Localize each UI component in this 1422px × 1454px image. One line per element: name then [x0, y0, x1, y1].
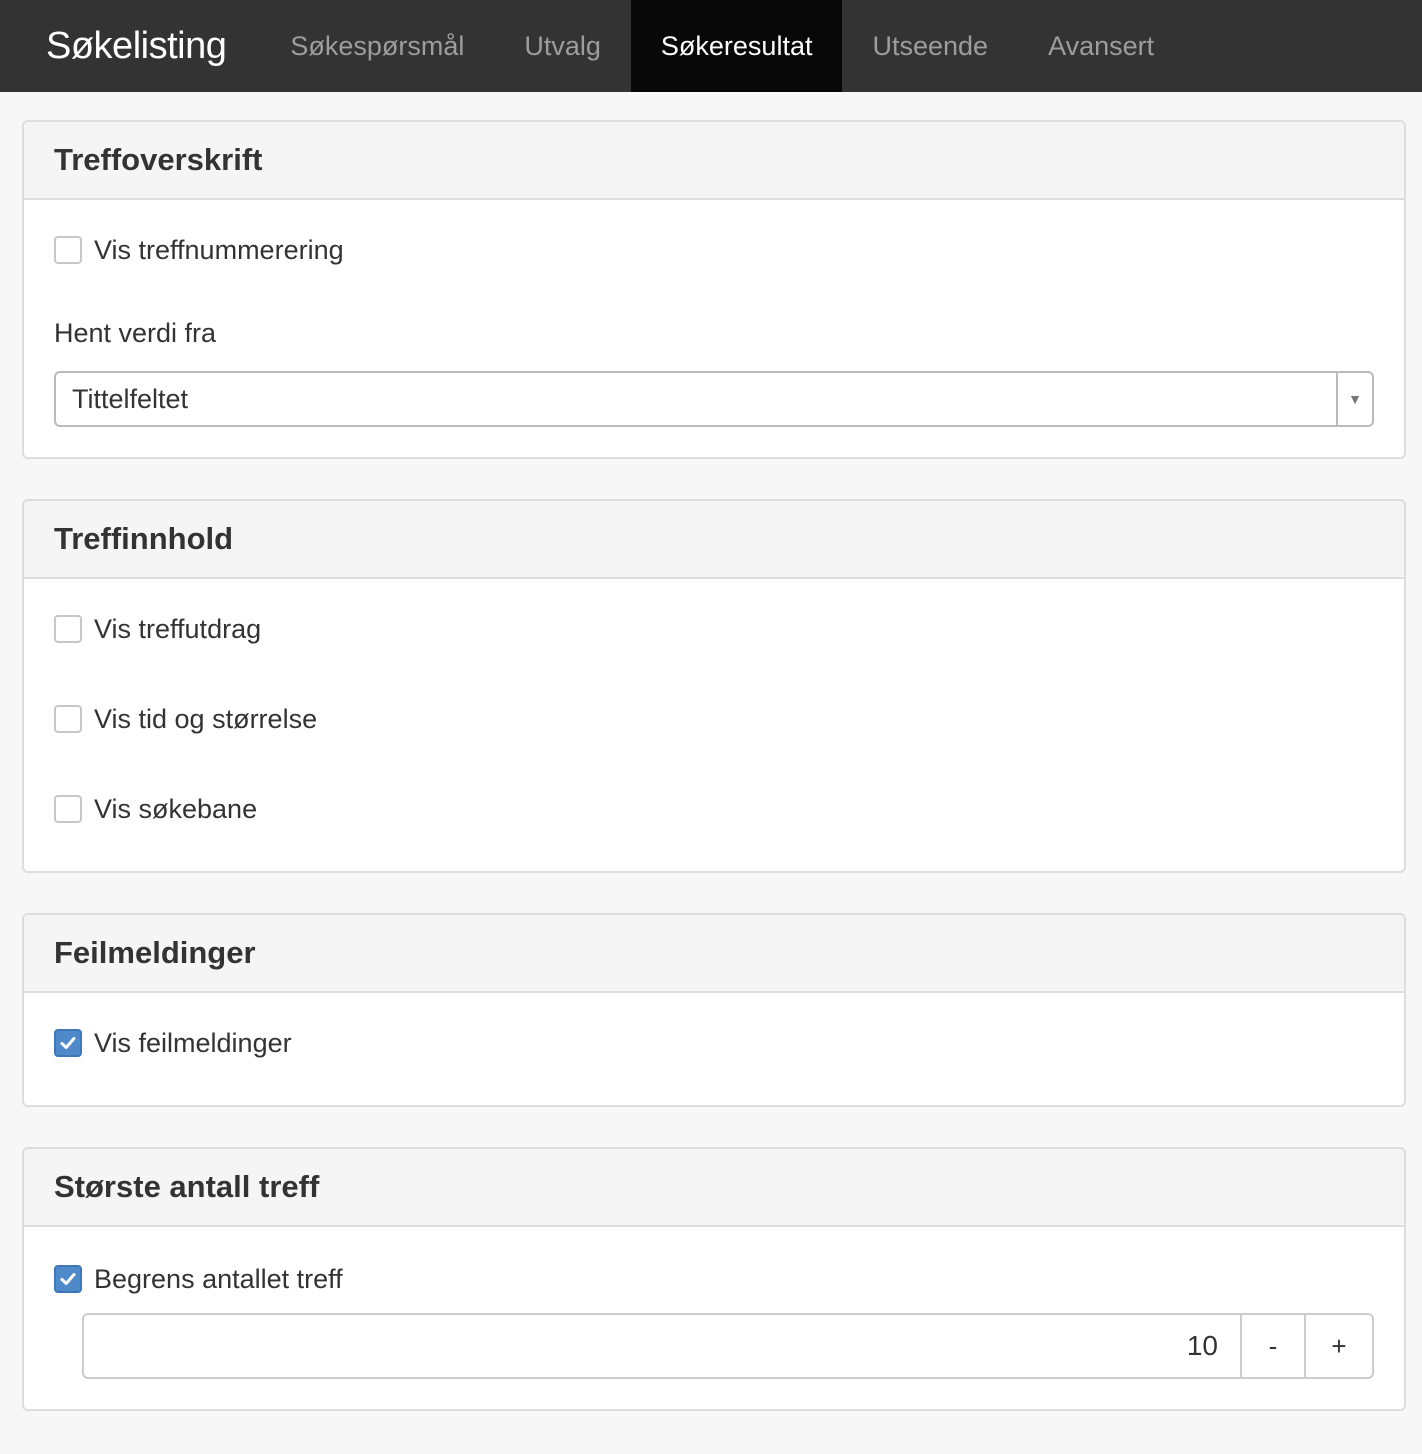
- max-hits-stepper: 10 - +: [82, 1313, 1374, 1379]
- checkmark-icon: [60, 1037, 76, 1049]
- panel-title: Feilmeldinger: [54, 935, 256, 970]
- limit-hits-checkbox[interactable]: [54, 1265, 82, 1293]
- increment-button[interactable]: +: [1304, 1315, 1372, 1377]
- tab-utseende[interactable]: Utseende: [842, 0, 1018, 92]
- panel-heading: Treffoverskrift: [24, 122, 1404, 200]
- show-path-label: Vis søkebane: [94, 793, 258, 824]
- caret-down-icon[interactable]: ▼: [1336, 373, 1372, 425]
- tab-sokeresultat[interactable]: Søkeresultat: [630, 0, 843, 92]
- show-errors-label: Vis feilmeldinger: [94, 1027, 292, 1058]
- show-excerpt-row[interactable]: Vis treffutdrag: [54, 607, 1374, 651]
- value-from-select[interactable]: Tittelfeltet ▼: [54, 371, 1374, 427]
- decrement-button[interactable]: -: [1240, 1315, 1304, 1377]
- show-time-size-label: Vis tid og størrelse: [94, 703, 318, 734]
- show-numbering-row[interactable]: Vis treffnummerering: [54, 228, 1374, 272]
- max-hits-input[interactable]: 10: [84, 1315, 1240, 1377]
- main-content: Treffoverskrift Vis treffnummerering Hen…: [0, 92, 1422, 1411]
- panel-heading: Største antall treff: [24, 1149, 1404, 1227]
- panel-treffoverskrift: Treffoverskrift Vis treffnummerering Hen…: [22, 120, 1406, 459]
- show-time-size-row[interactable]: Vis tid og størrelse: [54, 697, 1374, 741]
- panel-body: Vis feilmeldinger: [24, 993, 1404, 1105]
- checkmark-icon: [60, 1273, 76, 1285]
- panel-feilmeldinger: Feilmeldinger Vis feilmeldinger: [22, 913, 1406, 1107]
- limit-hits-row[interactable]: Begrens antallet treff: [54, 1257, 1374, 1301]
- value-from-selected: Tittelfeltet: [72, 383, 189, 414]
- panel-body: Begrens antallet treff 10 - +: [24, 1227, 1404, 1409]
- value-from-label: Hent verdi fra: [54, 318, 217, 348]
- show-path-checkbox[interactable]: [54, 795, 82, 823]
- panel-treffinnhold: Treffinnhold Vis treffutdrag Vis tid og …: [22, 499, 1406, 873]
- show-errors-row[interactable]: Vis feilmeldinger: [54, 1021, 1374, 1065]
- panel-title: Største antall treff: [54, 1169, 320, 1204]
- brand-title[interactable]: Søkelisting: [0, 0, 260, 92]
- panel-heading: Feilmeldinger: [24, 915, 1404, 993]
- show-time-size-checkbox[interactable]: [54, 705, 82, 733]
- panel-storste-antall-treff: Største antall treff Begrens antallet tr…: [22, 1147, 1406, 1411]
- panel-title: Treffinnhold: [54, 521, 234, 556]
- show-excerpt-checkbox[interactable]: [54, 615, 82, 643]
- panel-title: Treffoverskrift: [54, 142, 263, 177]
- show-path-row[interactable]: Vis søkebane: [54, 787, 1374, 831]
- tab-utvalg[interactable]: Utvalg: [494, 0, 631, 92]
- tab-avansert[interactable]: Avansert: [1018, 0, 1184, 92]
- tab-sokesporsmal[interactable]: Søkespørsmål: [260, 0, 494, 92]
- panel-heading: Treffinnhold: [24, 501, 1404, 579]
- top-navbar: Søkelisting Søkespørsmål Utvalg Søkeresu…: [0, 0, 1422, 92]
- show-excerpt-label: Vis treffutdrag: [94, 613, 262, 644]
- panel-body: Vis treffnummerering Hent verdi fra Titt…: [24, 200, 1404, 457]
- show-numbering-label: Vis treffnummerering: [94, 234, 344, 265]
- show-numbering-checkbox[interactable]: [54, 236, 82, 264]
- limit-hits-label: Begrens antallet treff: [94, 1263, 343, 1294]
- panel-body: Vis treffutdrag Vis tid og størrelse Vis…: [24, 579, 1404, 871]
- show-errors-checkbox[interactable]: [54, 1029, 82, 1057]
